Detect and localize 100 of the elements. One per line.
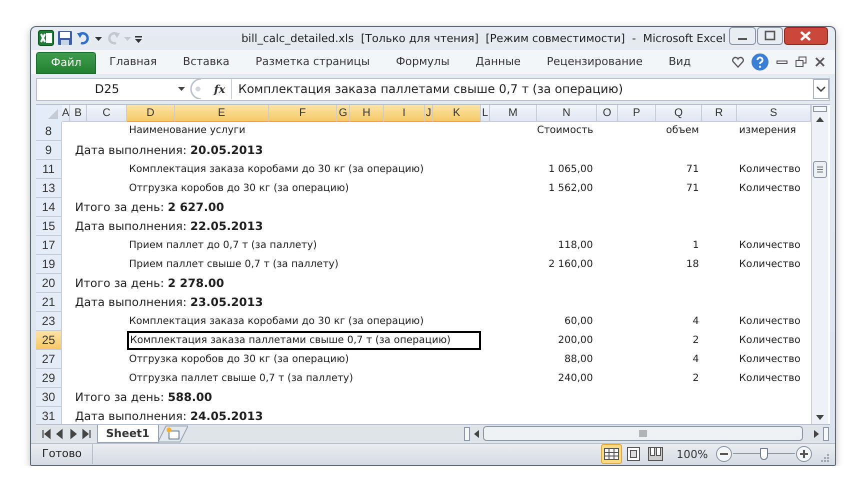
save-icon[interactable] (57, 30, 73, 46)
table-cell-text: Итого за день: 2 278.00 (74, 274, 226, 292)
row-header[interactable]: 15 (36, 216, 62, 236)
previous-sheet-icon[interactable] (55, 428, 65, 440)
first-sheet-icon[interactable] (42, 428, 52, 440)
column-header[interactable]: N (537, 104, 597, 122)
table-cell-text: Отгрузка паллет свыше 0,7 т (за паллету) (128, 372, 354, 386)
zoom-level[interactable]: 100% (666, 448, 716, 461)
table-cell-text: Дата выполнения: 24.05.2013 (74, 408, 264, 424)
column-header[interactable]: H (350, 104, 384, 122)
zoom-in-icon[interactable] (796, 446, 812, 462)
table-cell-text: 4 (692, 352, 700, 367)
row-header[interactable]: 25 (36, 330, 62, 350)
last-sheet-icon[interactable] (81, 428, 91, 440)
resize-handle-icon[interactable] (190, 79, 202, 100)
table-cell-text: Количество (738, 258, 802, 272)
column-header[interactable]: E (175, 104, 269, 122)
window-title: bill_calc_detailed.xls [Только для чтения] [Режим совместимости] - Microsoft Excel (240, 32, 727, 45)
table-cell-text: Количество (738, 162, 802, 177)
table-cell[interactable]: Комплектация заказа паллетами свыше 0,7 т (за операцию) (127, 330, 481, 350)
column-header[interactable]: L (481, 104, 490, 122)
split-handle-icon[interactable] (822, 426, 830, 442)
zoom-slider[interactable] (733, 447, 795, 462)
table-cell-text: 2 (692, 334, 700, 348)
table-cell-text: 1 562,00 (547, 182, 594, 196)
column-header[interactable]: G (337, 104, 350, 122)
table-cell-text: Итого за день: 588.00 (74, 388, 214, 406)
row-header[interactable]: 14 (36, 198, 62, 217)
dropdown-icon[interactable] (177, 85, 186, 94)
table-cell-text: измерения (738, 124, 798, 138)
sheet-tab[interactable]: Sheet1 (97, 424, 159, 443)
undo-icon[interactable] (76, 30, 92, 46)
zoom-out-icon[interactable] (716, 446, 732, 462)
help-icon[interactable] (751, 52, 769, 71)
table-cell-text: 200,00 (557, 334, 594, 348)
row-header[interactable]: 20 (36, 274, 62, 293)
column-header[interactable]: Q (656, 104, 702, 122)
row-header[interactable]: 29 (36, 368, 62, 388)
table-cell-text: Количество (738, 314, 802, 329)
expand-icon[interactable] (813, 79, 829, 100)
table-cell-text: Наименование услуги (128, 124, 246, 138)
ribbon-tab[interactable]: Рецензирование (534, 50, 656, 73)
ribbon-tab[interactable]: Главная (96, 50, 170, 73)
row-header[interactable]: 9 (36, 140, 62, 160)
table-cell-text: Итого за день: 2 627.00 (74, 198, 226, 216)
new-sheet-icon[interactable] (158, 424, 188, 443)
ribbon-tab[interactable]: Вид (656, 50, 704, 73)
column-header[interactable]: F (269, 104, 337, 122)
close-icon[interactable] (784, 27, 828, 45)
scroll-thumb-icon[interactable] (813, 160, 827, 178)
excel-logo-icon[interactable] (38, 30, 54, 46)
column-header[interactable]: R (702, 104, 737, 122)
column-header[interactable]: M (490, 104, 537, 122)
column-header[interactable]: D (127, 104, 175, 122)
table-cell-text: 2 160,00 (547, 258, 594, 272)
ribbon-tab[interactable]: Разметка страницы (242, 50, 383, 73)
row-header[interactable]: 8 (36, 122, 62, 141)
row-header[interactable]: 13 (36, 178, 62, 198)
table-cell-text: 18 (685, 258, 700, 272)
resize-grip-icon[interactable] (820, 453, 830, 463)
row-header[interactable]: 30 (36, 388, 62, 407)
close-icon[interactable] (814, 56, 826, 68)
column-header[interactable]: S (737, 104, 811, 122)
column-header[interactable]: P (618, 104, 656, 122)
column-header[interactable]: K (433, 104, 481, 122)
horizontal-scrollbar[interactable] (462, 426, 830, 442)
row-header[interactable]: 17 (36, 236, 62, 255)
minimize-icon[interactable] (729, 27, 756, 45)
maximize-icon[interactable] (757, 27, 783, 45)
ribbon-tab[interactable]: Вставка (170, 50, 243, 73)
table-cell-text: 2 (692, 372, 700, 386)
column-header[interactable]: A (62, 104, 70, 122)
row-header[interactable]: 19 (36, 254, 62, 274)
table-cell-text: 71 (685, 182, 700, 196)
restore-icon[interactable] (795, 56, 807, 68)
ribbon-tab[interactable]: Данные (462, 50, 534, 73)
table-cell-text: 88,00 (563, 352, 594, 367)
table-cell-text: Количество (738, 372, 802, 386)
file-tab[interactable]: Файл (36, 52, 96, 74)
split-handle-icon[interactable] (812, 104, 828, 113)
heart-icon[interactable] (732, 56, 744, 68)
row-header[interactable]: 27 (36, 350, 62, 369)
normal-view-icon[interactable] (600, 444, 622, 464)
slider-thumb[interactable] (760, 448, 768, 460)
column-header[interactable]: I (384, 104, 425, 122)
insert-function-button[interactable]: fx (208, 82, 232, 96)
column-header[interactable]: C (87, 104, 127, 122)
column-header[interactable]: J (425, 104, 433, 122)
column-header[interactable]: B (70, 104, 87, 122)
row-header[interactable]: 21 (36, 292, 62, 312)
vertical-scrollbar[interactable] (811, 104, 828, 424)
column-header[interactable]: O (597, 104, 618, 122)
row-header[interactable]: 11 (36, 160, 62, 179)
table-cell-text: 71 (685, 162, 700, 177)
row-header[interactable]: 31 (36, 406, 62, 424)
split-handle-icon[interactable] (462, 426, 471, 442)
row-header[interactable]: 23 (36, 312, 62, 331)
ribbon-tab[interactable]: Формулы (382, 50, 463, 73)
scroll-thumb-icon[interactable] (482, 426, 803, 442)
next-sheet-icon[interactable] (68, 428, 78, 440)
